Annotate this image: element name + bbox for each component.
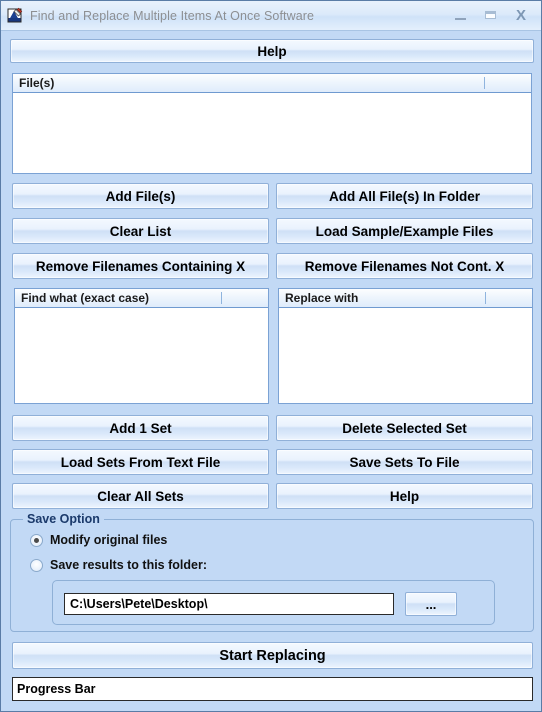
clear-list-button-label: Clear List: [109, 223, 172, 239]
app-find-replace-icon: [6, 7, 24, 25]
start-replacing-button[interactable]: Start Replacing: [12, 642, 533, 669]
radio-modify-original-files[interactable]: Modify original files: [30, 533, 167, 547]
window-title: Find and Replace Multiple Items At Once …: [30, 8, 315, 23]
column-divider[interactable]: [485, 292, 486, 304]
minimize-button[interactable]: [453, 8, 469, 24]
find-what-list[interactable]: Find what (exact case): [14, 288, 269, 404]
remove-filenames-not-containing-x-button-label: Remove Filenames Not Cont. X: [304, 258, 505, 274]
replace-with-list-header-label: Replace with: [285, 291, 359, 305]
radio-button-icon[interactable]: [30, 533, 43, 547]
application-window: Find and Replace Multiple Items At Once …: [0, 0, 542, 712]
add-files-button[interactable]: Add File(s): [12, 183, 269, 209]
remove-filenames-containing-x-button-label: Remove Filenames Containing X: [35, 258, 246, 274]
help-top-button[interactable]: Help: [10, 39, 534, 63]
load-sample-example-files-button[interactable]: Load Sample/Example Files: [276, 218, 533, 244]
files-list-header[interactable]: File(s): [13, 74, 531, 93]
progress-bar-label: Progress Bar: [17, 682, 96, 696]
remove-filenames-containing-x-button[interactable]: Remove Filenames Containing X: [12, 253, 269, 279]
title-bar: Find and Replace Multiple Items At Once …: [1, 1, 541, 31]
save-option-group: Save Option Modify original files Save r…: [10, 512, 534, 632]
folder-selector-panel: C:\Users\Pete\Desktop\ ...: [52, 580, 495, 625]
help-sets-button[interactable]: Help: [276, 483, 533, 509]
save-option-group-title: Save Option: [23, 512, 104, 526]
replace-with-list[interactable]: Replace with: [278, 288, 533, 404]
add-files-button-label: Add File(s): [105, 188, 176, 204]
radio-button-icon[interactable]: [30, 558, 43, 572]
progress-bar: Progress Bar: [12, 677, 533, 701]
folder-path-input[interactable]: C:\Users\Pete\Desktop\: [64, 593, 394, 615]
radio-modify-original-files-label: Modify original files: [50, 533, 168, 547]
add-1-set-button[interactable]: Add 1 Set: [12, 415, 269, 441]
delete-selected-set-button[interactable]: Delete Selected Set: [276, 415, 533, 441]
save-sets-to-file-button[interactable]: Save Sets To File: [276, 449, 533, 475]
maximize-button[interactable]: [483, 8, 499, 24]
load-sets-from-text-file-button[interactable]: Load Sets From Text File: [12, 449, 269, 475]
files-list-header-label: File(s): [19, 76, 55, 90]
start-replacing-button-label: Start Replacing: [219, 647, 326, 664]
replace-with-list-body[interactable]: [279, 308, 532, 403]
browse-folder-button[interactable]: ...: [405, 592, 457, 616]
clear-all-sets-button-label: Clear All Sets: [97, 488, 184, 504]
window-controls: X: [453, 7, 537, 24]
column-divider[interactable]: [484, 77, 485, 89]
remove-filenames-not-containing-x-button[interactable]: Remove Filenames Not Cont. X: [276, 253, 533, 279]
add-1-set-button-label: Add 1 Set: [109, 420, 172, 436]
clear-list-button[interactable]: Clear List: [12, 218, 269, 244]
replace-with-list-header[interactable]: Replace with: [279, 289, 532, 308]
add-all-files-in-folder-button[interactable]: Add All File(s) In Folder: [276, 183, 533, 209]
files-list[interactable]: File(s): [12, 73, 532, 174]
help-top-button-label: Help: [257, 43, 287, 59]
add-all-files-in-folder-button-label: Add All File(s) In Folder: [329, 188, 480, 204]
load-sample-example-files-button-label: Load Sample/Example Files: [315, 223, 494, 239]
help-sets-button-label: Help: [389, 488, 420, 504]
close-button[interactable]: X: [513, 7, 529, 24]
find-what-list-header[interactable]: Find what (exact case): [15, 289, 268, 308]
files-list-body[interactable]: [13, 93, 531, 173]
browse-folder-button-label: ...: [425, 596, 437, 612]
radio-save-results-to-folder[interactable]: Save results to this folder:: [30, 558, 207, 572]
find-what-list-header-label: Find what (exact case): [21, 291, 150, 305]
delete-selected-set-button-label: Delete Selected Set: [342, 420, 467, 436]
load-sets-from-text-file-button-label: Load Sets From Text File: [60, 454, 221, 470]
find-what-list-body[interactable]: [15, 308, 268, 403]
radio-save-results-to-folder-label: Save results to this folder:: [50, 558, 207, 572]
save-sets-to-file-button-label: Save Sets To File: [349, 454, 460, 470]
folder-path-value: C:\Users\Pete\Desktop\: [70, 597, 208, 611]
clear-all-sets-button[interactable]: Clear All Sets: [12, 483, 269, 509]
column-divider[interactable]: [221, 292, 222, 304]
